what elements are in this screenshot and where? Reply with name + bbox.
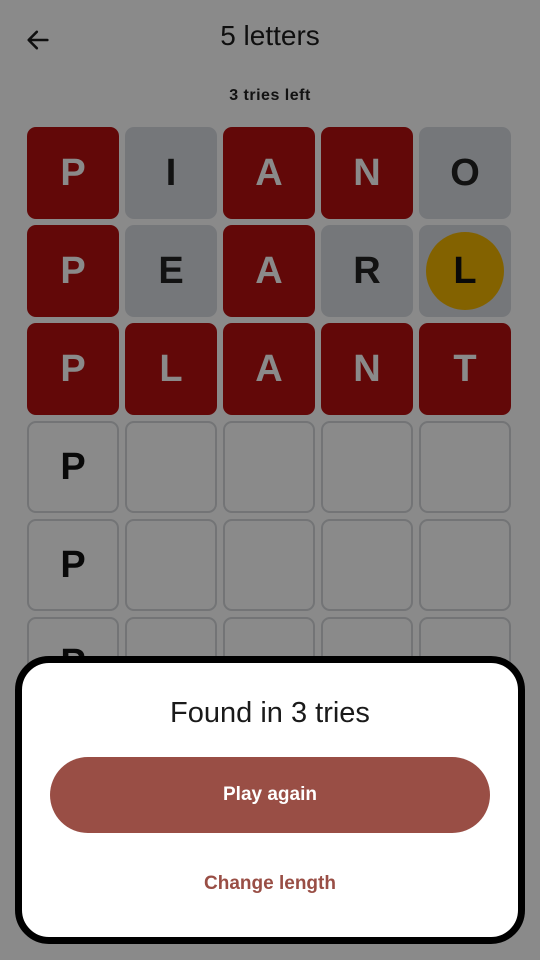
play-again-button[interactable]: Play again (50, 757, 490, 833)
dialog-title: Found in 3 tries (170, 697, 370, 729)
result-dialog: Found in 3 tries Play again Change lengt… (15, 656, 525, 944)
change-length-button[interactable]: Change length (22, 873, 518, 895)
